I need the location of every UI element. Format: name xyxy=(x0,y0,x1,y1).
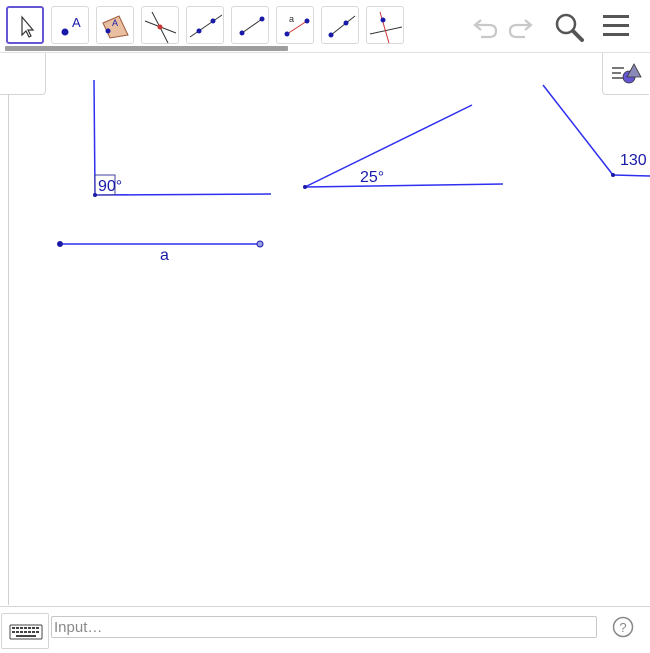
keyboard-icon xyxy=(9,624,43,640)
perpendicular-line-icon xyxy=(369,11,403,44)
obtuse-angle-ray-right[interactable] xyxy=(612,174,650,177)
toolbar-scrollbar[interactable] xyxy=(5,46,288,51)
angle-label-90: 90° xyxy=(98,178,122,195)
tool-point[interactable]: A xyxy=(51,6,89,44)
tool-perpendicular[interactable] xyxy=(366,6,404,44)
point-tool-glyph: A xyxy=(72,15,81,30)
tool-intersect[interactable] xyxy=(141,6,179,44)
segment-endpoint-start[interactable] xyxy=(57,241,63,247)
vertex-point[interactable] xyxy=(611,173,615,177)
segment-label-a: a xyxy=(160,247,169,264)
polygon-icon: A xyxy=(102,15,129,39)
obtuse-angle-ray-upper[interactable] xyxy=(542,84,614,176)
toolbar: A A a xyxy=(0,0,650,53)
redo-icon[interactable] xyxy=(505,12,537,42)
acute-angle-ray-lower[interactable] xyxy=(304,183,504,188)
segment-icon xyxy=(239,16,265,36)
vertex-point[interactable] xyxy=(93,193,97,197)
vertex-point[interactable] xyxy=(303,185,307,189)
ray-icon xyxy=(328,15,356,38)
help-icon[interactable]: ? xyxy=(612,616,634,638)
angle-label-25: 25° xyxy=(360,169,384,186)
angle-label-130: 130 xyxy=(620,152,647,169)
tool-move[interactable] xyxy=(6,6,44,44)
segment-endpoint-end[interactable] xyxy=(256,240,264,248)
hamburger-menu-icon[interactable] xyxy=(600,12,632,40)
polygon-tool-glyph: A xyxy=(112,18,118,28)
keyboard-toggle-button[interactable] xyxy=(1,613,49,649)
algebra-input[interactable] xyxy=(51,616,597,638)
undo-icon[interactable] xyxy=(469,12,501,42)
intersect-icon xyxy=(144,11,177,44)
segment-length-tool-glyph: a xyxy=(289,14,294,24)
line-icon xyxy=(189,14,223,38)
tool-segment-length[interactable]: a xyxy=(276,6,314,44)
graphics-view[interactable]: 90° 25° 130 a xyxy=(0,53,650,606)
search-icon[interactable] xyxy=(552,10,586,44)
point-icon: A xyxy=(61,15,81,36)
segment-fixed-length-icon: a xyxy=(284,14,310,37)
acute-angle-ray-upper[interactable] xyxy=(304,104,473,188)
input-bar: ? xyxy=(0,606,650,651)
tool-line[interactable] xyxy=(186,6,224,44)
tool-polygon[interactable]: A xyxy=(96,6,134,44)
svg-text:?: ? xyxy=(619,620,626,635)
tool-ray[interactable] xyxy=(321,6,359,44)
tool-segment[interactable] xyxy=(231,6,269,44)
cursor-arrow-icon xyxy=(21,15,35,38)
